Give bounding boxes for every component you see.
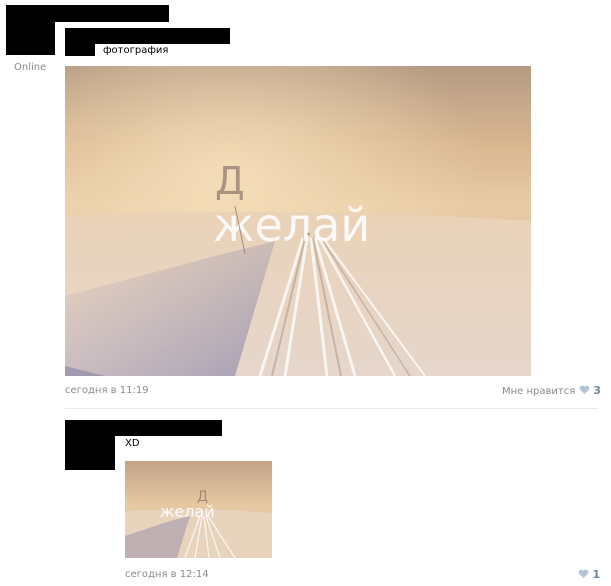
heart-icon xyxy=(578,569,589,579)
like-label: Мне нравится xyxy=(502,386,576,397)
post-divider xyxy=(65,408,598,409)
post-photo[interactable]: Д желай xyxy=(65,66,531,376)
overlay-word-main: желай xyxy=(213,198,370,252)
reply-timestamp[interactable]: сегодня в 12:14 xyxy=(125,569,209,580)
overlay-word-top: Д xyxy=(215,159,245,203)
post-timestamp[interactable]: сегодня в 11:19 xyxy=(65,385,149,396)
reply-like-button[interactable]: 1 xyxy=(578,568,600,581)
reply-overlay-word-main: желай xyxy=(160,502,215,521)
post-caption: фотография xyxy=(103,45,169,56)
redacted-author-avatar xyxy=(65,40,95,56)
heart-icon xyxy=(579,385,590,395)
redacted-avatar xyxy=(6,20,55,55)
reply-snowy-road-image: Д желай xyxy=(125,461,272,558)
like-button[interactable]: Мне нравится 3 xyxy=(502,384,601,397)
like-count: 3 xyxy=(593,384,601,397)
reply-text: XD xyxy=(125,438,140,449)
redacted-reply-avatar xyxy=(65,430,115,470)
snowy-road-image: Д желай xyxy=(65,66,531,376)
online-status: Online xyxy=(14,62,47,73)
reply-like-count: 1 xyxy=(592,568,601,581)
reply-photo[interactable]: Д желай xyxy=(125,461,272,558)
